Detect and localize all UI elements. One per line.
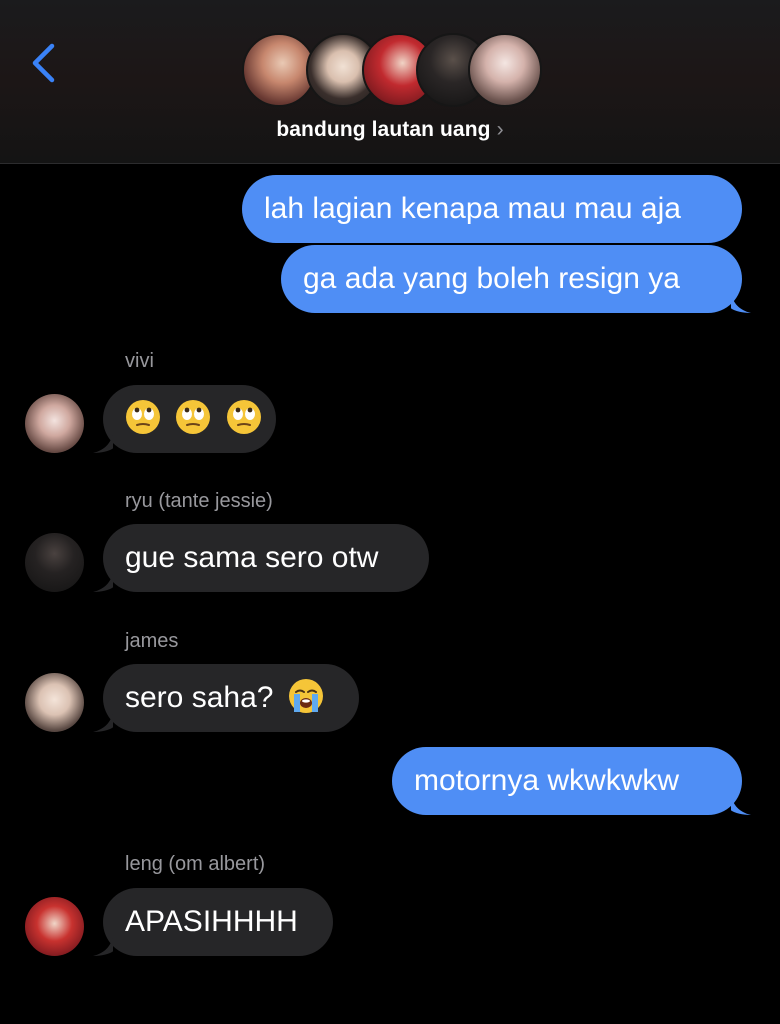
message-text: gue sama sero otw	[125, 541, 379, 574]
message-text: lah lagian kenapa mau mau aja	[264, 192, 681, 225]
back-button[interactable]	[24, 38, 64, 88]
bubble-tail	[731, 293, 751, 313]
incoming-message[interactable]	[103, 385, 276, 453]
message-text: motornya wkwkwkw	[414, 764, 680, 797]
chat-header: bandung lautan uang ›	[0, 0, 780, 164]
incoming-message[interactable]: gue sama sero otw	[103, 524, 429, 592]
chevron-left-icon	[32, 43, 55, 83]
eye-roll-emoji	[125, 400, 175, 435]
group-avatars[interactable]	[240, 33, 542, 110]
sender-name: ryu (tante jessie)	[125, 490, 273, 512]
sender-avatar[interactable]	[25, 673, 84, 732]
sender-name: james	[125, 630, 179, 652]
eye-roll-emoji	[226, 400, 268, 435]
message-text: APASIHHHH	[125, 905, 298, 938]
outgoing-message[interactable]: ga ada yang boleh resign ya	[281, 245, 742, 313]
group-name-label: bandung lautan uang	[276, 118, 491, 141]
sender-avatar[interactable]	[25, 533, 84, 592]
sender-name: leng (om albert)	[125, 853, 266, 875]
bubble-tail	[93, 936, 113, 956]
bubble-tail	[93, 712, 113, 732]
group-member-avatar	[242, 33, 316, 107]
message-text: ga ada yang boleh resign ya	[303, 262, 680, 295]
sender-avatar[interactable]	[25, 897, 84, 956]
group-member-avatar	[468, 33, 542, 107]
outgoing-message[interactable]: lah lagian kenapa mau mau aja	[242, 175, 742, 243]
outgoing-message[interactable]: motornya wkwkwkw	[392, 747, 742, 815]
loudly-crying-emoji	[282, 679, 330, 714]
bubble-tail	[731, 795, 751, 815]
chevron-right-icon: ›	[496, 118, 504, 141]
sender-name: vivi	[125, 350, 154, 372]
incoming-message[interactable]: sero saha?	[103, 664, 359, 732]
eye-roll-emoji	[175, 400, 225, 435]
sender-avatar[interactable]	[25, 394, 84, 453]
message-text: sero saha?	[125, 681, 274, 714]
group-name[interactable]: bandung lautan uang ›	[0, 118, 780, 142]
incoming-message[interactable]: APASIHHHH	[103, 888, 333, 956]
bubble-tail	[93, 572, 113, 592]
bubble-tail	[93, 433, 113, 453]
